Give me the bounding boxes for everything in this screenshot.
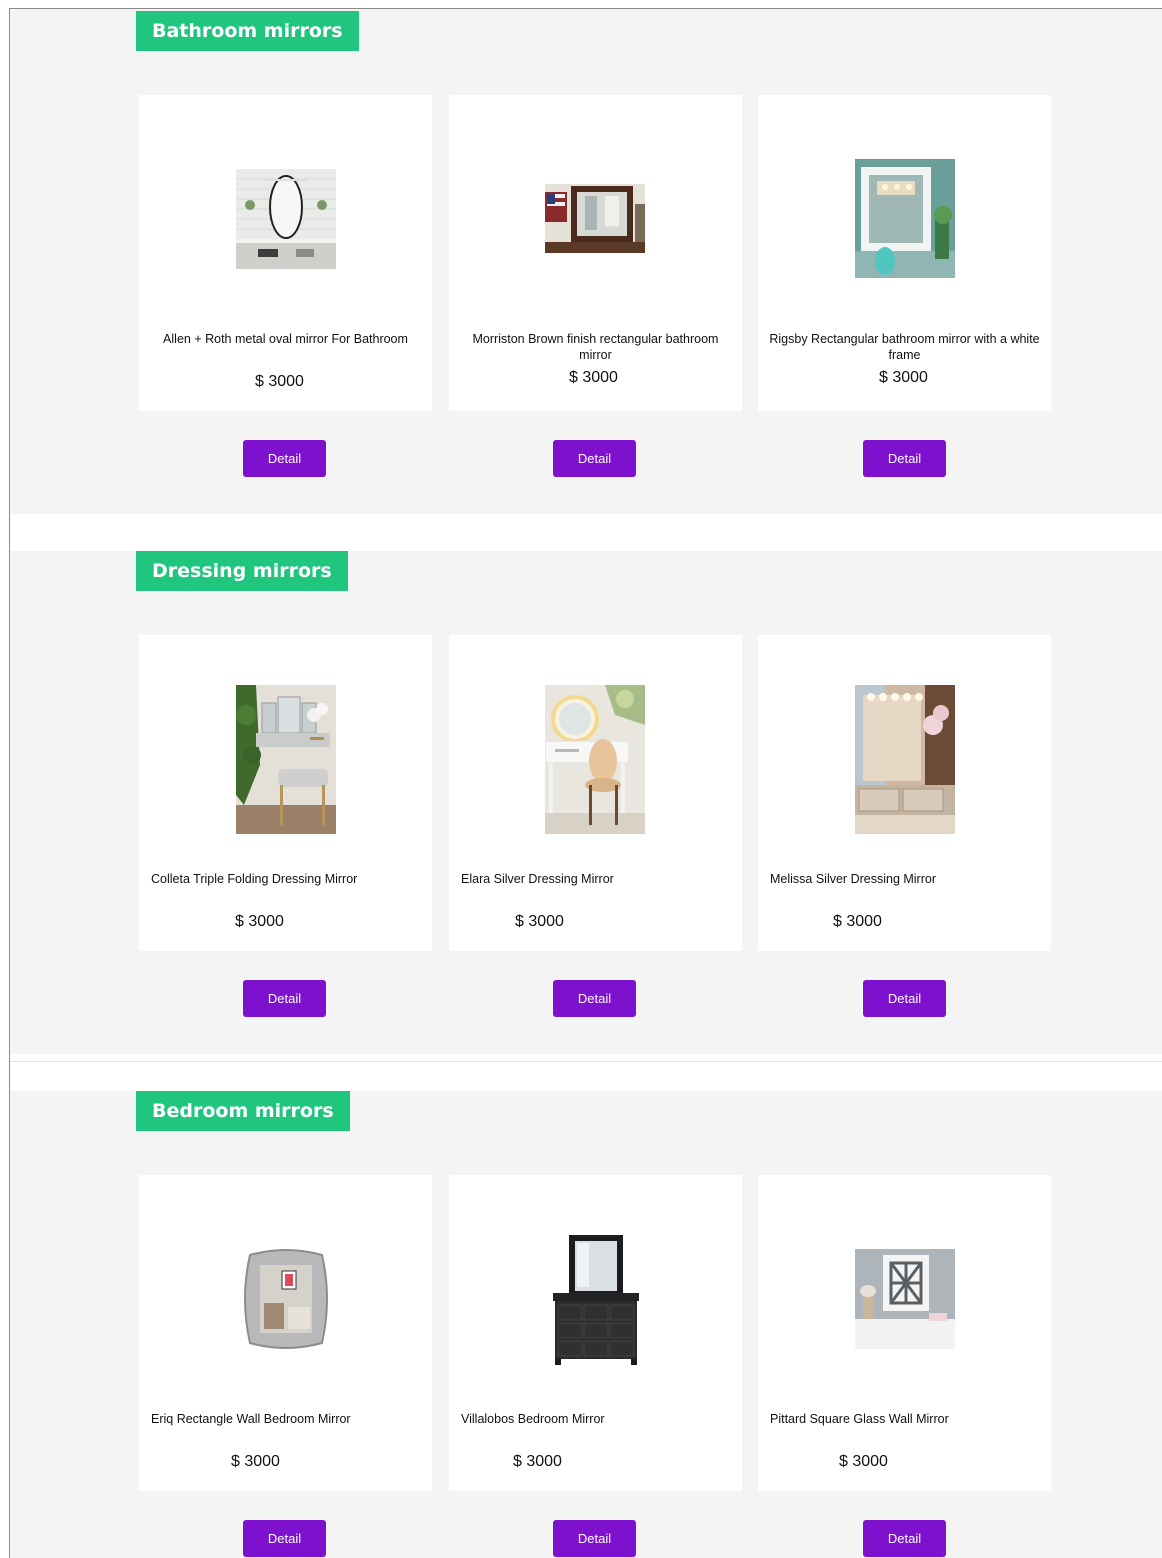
product-name: Elara Silver Dressing Mirror [461,872,614,886]
product-price: $ 3000 [513,1453,562,1470]
product-name: Pittard Square Glass Wall Mirror [770,1412,949,1426]
product-image[interactable] [236,685,336,834]
product-name: Eriq Rectangle Wall Bedroom Mirror [151,1412,351,1426]
detail-button[interactable]: Detail [863,1520,946,1557]
product-price: $ 3000 [255,373,304,390]
product-card: Allen + Roth metal oval mirror For Bathr… [139,95,432,411]
product-name: Rigsby Rectangular bathroom mirror with … [769,332,1040,362]
section-bedroom-mirrors: Bedroom mirrors Eriq Rectangle Wall Bedr… [10,1091,1162,1558]
product-price: $ 3000 [235,913,284,930]
section-divider [10,1061,1162,1062]
section-title: Bedroom mirrors [136,1091,350,1131]
product-name: Melissa Silver Dressing Mirror [770,872,936,886]
product-card: Villalobos Bedroom Mirror $ 3000 [449,1175,742,1491]
product-image[interactable] [855,159,955,278]
product-price: $ 3000 [833,913,882,930]
section-bathroom-mirrors: Bathroom mirrors Allen + Roth metal oval… [10,9,1162,514]
product-name: Colleta Triple Folding Dressing Mirror [151,872,358,886]
product-image[interactable] [545,184,645,253]
detail-button[interactable]: Detail [863,980,946,1017]
section-title: Bathroom mirrors [136,11,359,51]
product-image[interactable] [545,685,645,834]
product-price: $ 3000 [879,369,928,386]
detail-button[interactable]: Detail [243,440,326,477]
detail-button[interactable]: Detail [243,1520,326,1557]
product-name: Allen + Roth metal oval mirror For Bathr… [163,332,408,346]
product-card: Pittard Square Glass Wall Mirror $ 3000 [758,1175,1051,1491]
section-title: Dressing mirrors [136,551,348,591]
product-price: $ 3000 [515,913,564,930]
product-image[interactable] [242,1249,330,1349]
product-card: Elara Silver Dressing Mirror $ 3000 [449,635,742,951]
product-image[interactable] [855,1249,955,1349]
product-card: Rigsby Rectangular bathroom mirror with … [758,95,1051,411]
product-card: Colleta Triple Folding Dressing Mirror $… [139,635,432,951]
product-card: Morriston Brown finish rectangular bathr… [449,95,742,411]
detail-button[interactable]: Detail [553,980,636,1017]
product-card: Melissa Silver Dressing Mirror $ 3000 [758,635,1051,951]
product-price: $ 3000 [839,1453,888,1470]
product-image[interactable] [855,685,955,834]
product-price: $ 3000 [569,369,618,386]
product-price: $ 3000 [231,1453,280,1470]
product-card: Eriq Rectangle Wall Bedroom Mirror $ 300… [139,1175,432,1491]
detail-button[interactable]: Detail [553,1520,636,1557]
section-dressing-mirrors: Dressing mirrors Colleta Triple Folding … [10,551,1162,1054]
detail-button[interactable]: Detail [863,440,946,477]
product-name: Morriston Brown finish rectangular bathr… [472,332,719,362]
detail-button[interactable]: Detail [243,980,326,1017]
product-image[interactable] [549,1233,643,1367]
product-name: Villalobos Bedroom Mirror [461,1412,605,1426]
product-image[interactable] [236,169,336,269]
detail-button[interactable]: Detail [553,440,636,477]
